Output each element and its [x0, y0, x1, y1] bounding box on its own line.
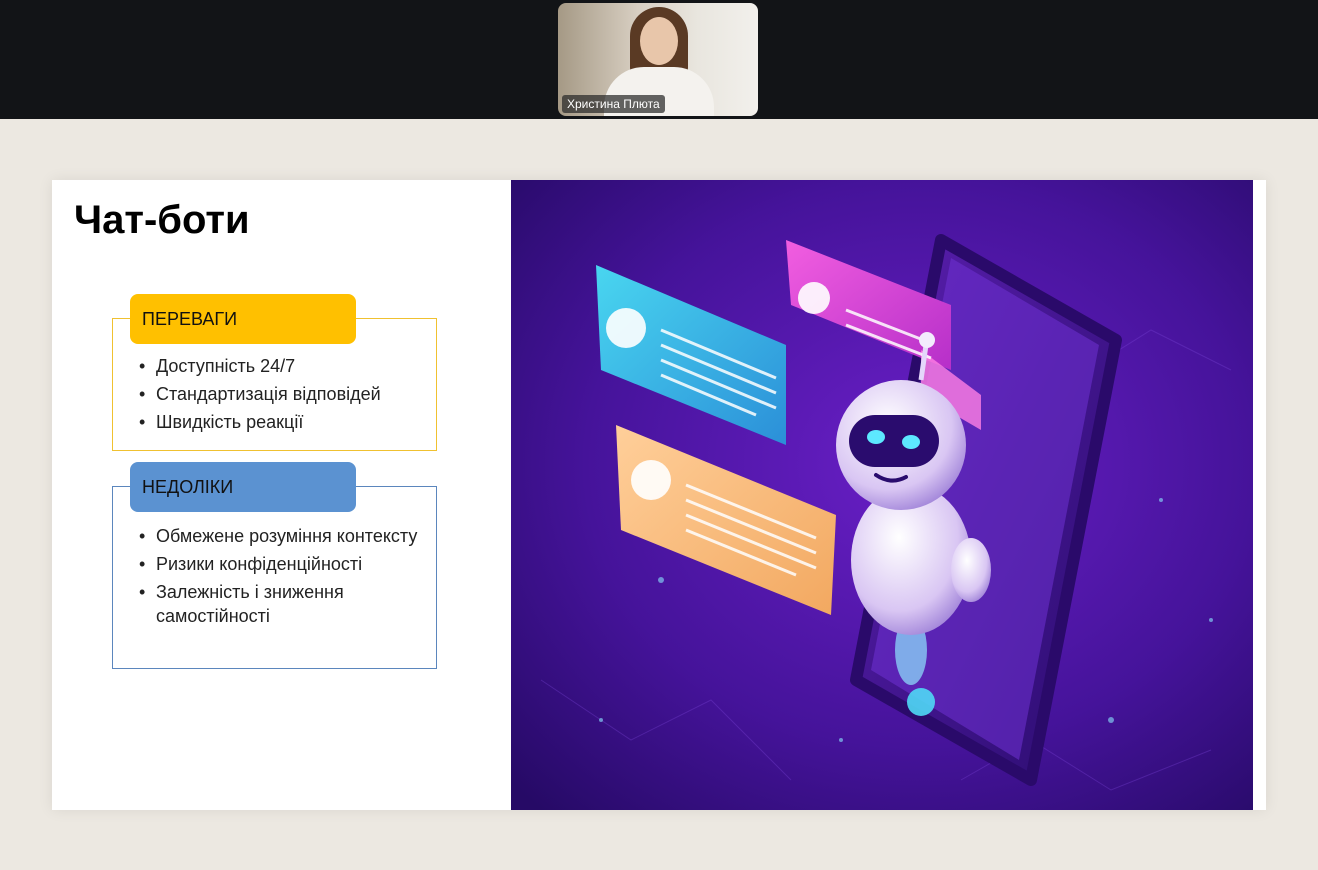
list-item: Залежність і зниження самостійності: [139, 580, 424, 628]
presentation-slide: Чат-боти ПЕРЕВАГИ Доступність 24/7 Станд…: [52, 180, 1266, 810]
cons-header: НЕДОЛІКИ: [130, 462, 356, 512]
pros-box: ПЕРЕВАГИ Доступність 24/7 Стандартизація…: [112, 294, 437, 451]
pros-header: ПЕРЕВАГИ: [130, 294, 356, 344]
video-bar: Христина Плюта: [0, 0, 1318, 119]
list-item: Швидкість реакції: [139, 408, 424, 436]
participant-name: Христина Плюта: [562, 95, 665, 113]
list-item: Обмежене розуміння контексту: [139, 524, 424, 548]
list-item: Стандартизація відповідей: [139, 380, 424, 408]
chatbot-robot-icon: [511, 180, 1253, 810]
cons-list: Обмежене розуміння контексту Ризики конф…: [139, 524, 424, 632]
pros-list: Доступність 24/7 Стандартизація відповід…: [139, 352, 424, 436]
cons-box: НЕДОЛІКИ Обмежене розуміння контексту Ри…: [112, 462, 437, 669]
slide-title: Чат-боти: [74, 198, 250, 242]
chatbot-illustration: [511, 180, 1253, 810]
list-item: Доступність 24/7: [139, 352, 424, 380]
list-item: Ризики конфіденційності: [139, 552, 424, 576]
participant-video-tile[interactable]: Христина Плюта: [558, 3, 758, 116]
